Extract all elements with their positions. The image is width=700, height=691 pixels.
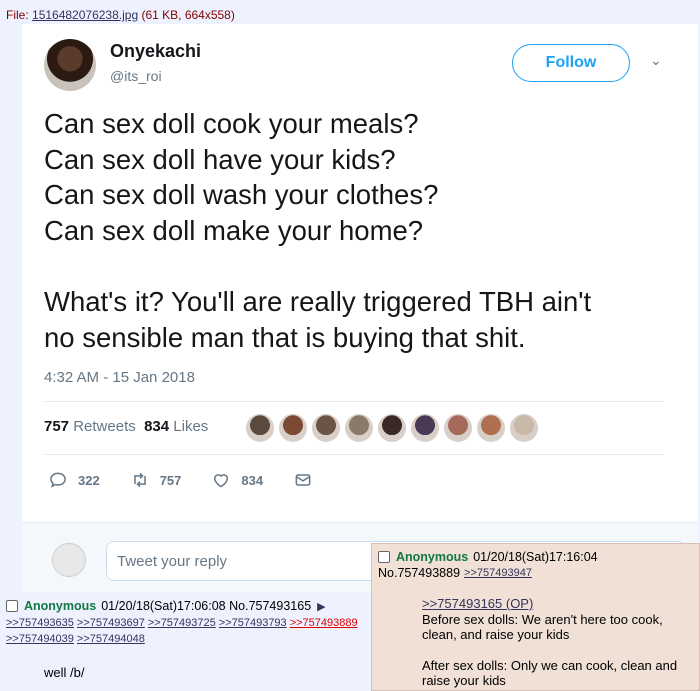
- backlink[interactable]: >>757494039: [6, 633, 74, 645]
- backlink[interactable]: >>757493947: [464, 567, 532, 579]
- likers-avatars: [246, 414, 538, 442]
- post-preview-757493889: Anonymous 01/20/18(Sat)17:16:04 No.75749…: [371, 543, 700, 691]
- tweet-line: What's it? You'll are really triggered T…: [44, 286, 592, 317]
- tweet-line: Can sex doll wash your clothes?: [44, 179, 439, 210]
- reply-icon: [50, 472, 66, 488]
- liker-avatar[interactable]: [279, 414, 307, 442]
- file-info: File: 1516482076238.jpg (61 KB, 664x558): [6, 8, 235, 22]
- backlink[interactable]: >>757493725: [148, 617, 216, 629]
- retweet-count: 757: [159, 472, 182, 488]
- post-comment: well /b/: [44, 665, 85, 680]
- tweet-text: Can sex doll cook your meals? Can sex do…: [44, 106, 684, 355]
- file-meta: (61 KB, 664x558): [138, 8, 235, 22]
- quote-link[interactable]: >>757493165 (OP): [422, 596, 533, 611]
- tweet-image[interactable]: Onyekachi @its_roi Follow ⌄ Can sex doll…: [22, 24, 698, 592]
- poster-name: Anonymous: [396, 550, 469, 564]
- backlink-hovered[interactable]: >>757493889: [290, 617, 358, 629]
- liker-avatar[interactable]: [411, 414, 439, 442]
- tweet-line: Can sex doll have your kids?: [44, 143, 396, 175]
- poster-name: Anonymous: [24, 599, 97, 613]
- liker-avatar[interactable]: [444, 414, 472, 442]
- like-action[interactable]: 834: [211, 470, 263, 490]
- post-datetime: 01/20/18(Sat)17:16:04: [473, 550, 598, 564]
- avatar: [44, 39, 96, 91]
- post-header-line2: No.757493889 >>757493947: [378, 566, 693, 580]
- post-menu-arrow-icon[interactable]: ▶: [317, 600, 325, 613]
- retweet-icon: [133, 472, 146, 488]
- post-checkbox[interactable]: [378, 551, 390, 563]
- post-datetime: 01/20/18(Sat)17:06:08: [101, 599, 226, 613]
- tweet-actions: 322 757 834: [48, 470, 343, 490]
- post-number[interactable]: No.757493889: [378, 566, 460, 580]
- post-header: Anonymous 01/20/18(Sat)17:06:08 No.75749…: [6, 599, 376, 613]
- file-link[interactable]: 1516482076238.jpg: [32, 8, 138, 22]
- likes-label[interactable]: Likes: [173, 418, 208, 435]
- liker-avatar[interactable]: [378, 414, 406, 442]
- display-name: Onyekachi: [110, 41, 202, 61]
- post-757493165: Anonymous 01/20/18(Sat)17:06:08 No.75749…: [0, 592, 376, 691]
- backlink[interactable]: >>757494048: [77, 633, 145, 645]
- liker-avatar[interactable]: [477, 414, 505, 442]
- post-header: Anonymous 01/20/18(Sat)17:16:04: [378, 550, 693, 564]
- divider: [44, 401, 664, 402]
- handle: @its_roi: [110, 68, 162, 84]
- tweet-line: Can sex doll make your home?: [44, 214, 424, 246]
- tweet-line: Can sex doll cook your meals?: [44, 108, 419, 139]
- divider: [44, 454, 664, 455]
- message-action[interactable]: [293, 470, 313, 490]
- retweets-count: 757: [44, 418, 70, 435]
- liker-avatar[interactable]: [345, 414, 373, 442]
- post-number[interactable]: No.757493165: [229, 599, 311, 613]
- liker-avatar[interactable]: [246, 414, 274, 442]
- file-prefix: File:: [6, 8, 33, 22]
- backlink[interactable]: >>757493697: [77, 617, 145, 629]
- tweet-line: no sensible man that is buying that shit…: [44, 321, 526, 353]
- chevron-down-icon[interactable]: ⌄: [650, 52, 662, 69]
- comment-paragraph: Before sex dolls: We aren't here too coo…: [422, 611, 663, 643]
- backlink[interactable]: >>757493793: [219, 617, 287, 629]
- liker-avatar[interactable]: [312, 414, 340, 442]
- post-checkbox[interactable]: [6, 600, 18, 612]
- follow-button[interactable]: Follow: [512, 44, 630, 82]
- reply-count: 322: [78, 472, 100, 488]
- retweet-action[interactable]: 757: [130, 470, 182, 490]
- post-comment: >>757493165 (OP) Before sex dolls: We ar…: [422, 596, 693, 689]
- tweet-timestamp: 4:32 AM - 15 Jan 2018: [44, 369, 195, 386]
- comment-paragraph: After sex dolls: Only we can cook, clean…: [422, 657, 678, 689]
- like-count: 834: [241, 472, 264, 488]
- likes-count: 834: [144, 418, 170, 435]
- reply-action[interactable]: 322: [48, 470, 100, 490]
- tweet-stats: 757 Retweets 834 Likes: [44, 418, 208, 435]
- retweets-label[interactable]: Retweets: [73, 418, 136, 435]
- envelope-icon: [295, 474, 311, 486]
- heart-icon: [214, 474, 229, 488]
- backlinks: >>757493635 >>757493697 >>757493725 >>75749…: [6, 615, 376, 647]
- backlink[interactable]: >>757493635: [6, 617, 74, 629]
- liker-avatar[interactable]: [510, 414, 538, 442]
- user-avatar: [52, 543, 86, 577]
